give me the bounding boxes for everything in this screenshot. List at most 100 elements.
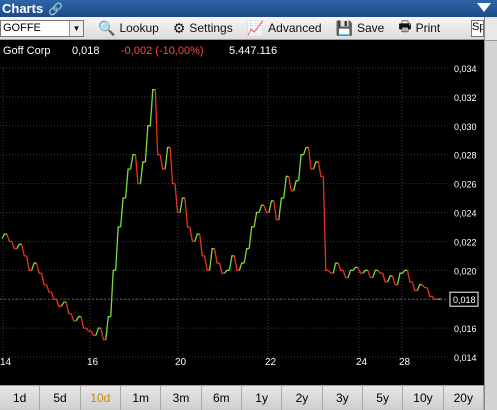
y-tick-label: 0,032 (454, 93, 477, 103)
y-tick-label: 0,030 (454, 122, 477, 132)
advanced-button[interactable]: 📈 Advanced (247, 20, 322, 37)
range-button-3y[interactable]: 3y (323, 386, 363, 410)
price-segment (332, 262, 339, 274)
lookup-button[interactable]: 🔍 Lookup (98, 20, 159, 37)
price-segment (406, 270, 413, 283)
search-icon: 🔍 (98, 19, 116, 36)
range-button-1y[interactable]: 1y (242, 386, 283, 410)
window-titlebar: Charts 🔗 (0, 0, 497, 17)
price-segment (268, 200, 274, 213)
settings-label: Settings (189, 21, 233, 35)
price-segment (65, 301, 72, 315)
price-segment (26, 255, 32, 271)
chevron-down-icon[interactable]: ▼ (69, 20, 83, 36)
price-segment (11, 241, 17, 250)
price-segment (342, 270, 349, 279)
price-segment (213, 248, 220, 264)
range-button-6m[interactable]: 6m (202, 386, 242, 410)
price-segment (80, 316, 87, 329)
x-tick-label: 16 (87, 357, 99, 368)
price-segment (50, 291, 57, 300)
symbol-combobox[interactable]: ▼ (0, 19, 84, 37)
price-segment (421, 284, 428, 289)
right-edge-panel (484, 17, 497, 410)
price-chart[interactable]: 0,014 0,016 0,018 0,020 0,022 0,024 0,026 0,028… (0, 61, 484, 385)
price-segment (307, 147, 314, 170)
price-segment (35, 262, 42, 274)
range-button-1d[interactable]: 1d (0, 386, 41, 410)
save-icon: 💾 (335, 19, 353, 36)
price-segment (90, 330, 96, 336)
print-label: Print (415, 21, 441, 35)
price-segment (312, 161, 319, 170)
quote-volume: 5.447.116 (229, 45, 278, 57)
price-segment (159, 154, 166, 170)
price-segment (411, 281, 418, 292)
price-segment (115, 226, 121, 271)
range-button-10y[interactable]: 10y (403, 386, 444, 410)
range-button-2y[interactable]: 2y (282, 386, 323, 410)
price-segment (426, 287, 433, 297)
quote-bar: Goff Corp 0,018 -0,002 (-10,00%) 5.447.1… (0, 41, 484, 61)
y-tick-label: 0,016 (454, 324, 477, 334)
price-segment (179, 197, 185, 213)
price-segment (347, 269, 354, 278)
price-segment (16, 243, 22, 249)
quote-change: -0,002 (-10,00%) (121, 45, 204, 57)
price-segment (367, 270, 373, 279)
toolbar: ▼ 🔍 Lookup ⚙ Settings 📈 Advanced 💾 Save … (0, 17, 484, 40)
range-button-5d[interactable]: 5d (40, 386, 81, 410)
save-label: Save (356, 21, 385, 35)
y-tick-label: 0,014 (454, 353, 477, 363)
range-button-20y[interactable]: 20y (444, 386, 484, 410)
range-button-3m[interactable]: 3m (161, 386, 202, 410)
price-segment (100, 327, 106, 341)
extra-combobox[interactable]: Sp (471, 20, 484, 37)
price-segment (194, 233, 200, 242)
settings-button[interactable]: ⚙ Settings (173, 20, 233, 37)
price-segment (40, 273, 47, 286)
price-segment (273, 200, 279, 221)
x-tick-label: 20 (175, 357, 187, 368)
price-segment (169, 147, 176, 185)
price-segment (382, 273, 388, 283)
price-segment (253, 211, 260, 228)
chevron-down-icon[interactable] (477, 3, 491, 12)
x-tick-label: 22 (265, 357, 277, 368)
x-tick-label: 28 (399, 357, 411, 368)
price-segment (60, 301, 67, 307)
range-selector: 1d 5d 10d 1m 3m 6m 1y 2y 3y 5y 10y 20y (0, 385, 484, 410)
range-button-10d[interactable]: 10d (81, 386, 121, 410)
chart-icon: 📈 (246, 19, 265, 36)
advanced-label: Advanced (268, 21, 322, 35)
y-tick-label: 0,026 (454, 180, 477, 190)
price-segment (293, 180, 299, 191)
price-segment (233, 255, 240, 271)
price-segment (322, 176, 329, 271)
price-segment (144, 125, 151, 162)
price-segment (208, 247, 215, 271)
y-tick-label: 0,028 (454, 151, 477, 161)
quote-last: 0,018 (72, 45, 100, 57)
price-segment (401, 269, 408, 274)
lookup-label: Lookup (119, 21, 159, 35)
price-segment (297, 154, 304, 181)
price-segment (302, 146, 309, 155)
symbol-input[interactable] (1, 22, 69, 34)
price-segment (243, 247, 250, 264)
price-segment (228, 255, 235, 271)
price-segment (337, 262, 344, 271)
range-button-1m[interactable]: 1m (121, 386, 162, 410)
price-segment (95, 327, 101, 336)
window-title: Charts (2, 1, 44, 16)
x-tick-label: 14 (0, 357, 12, 368)
print-button[interactable]: 🖶 Print (398, 16, 440, 40)
print-icon: 🖶 (398, 18, 412, 34)
save-button[interactable]: 💾 Save (336, 20, 385, 37)
price-segment (55, 298, 62, 308)
y-tick-label: 0,024 (454, 209, 477, 219)
price-segment (129, 154, 136, 170)
link-icon[interactable]: 🔗 (48, 2, 63, 16)
range-button-5y[interactable]: 5y (363, 386, 404, 410)
price-segment (164, 146, 171, 170)
